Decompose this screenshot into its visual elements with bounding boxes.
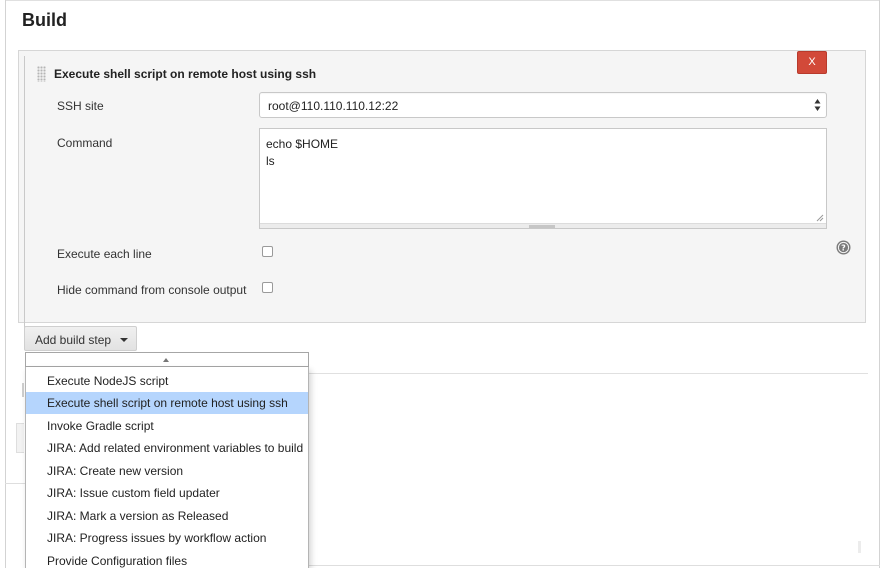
caret-down-icon bbox=[120, 338, 128, 342]
menu-item-execute-shell-ssh[interactable]: Execute shell script on remote host usin… bbox=[26, 392, 308, 414]
background-fragment bbox=[16, 423, 24, 453]
section-title: Build bbox=[22, 10, 67, 30]
command-label: Command bbox=[57, 136, 113, 150]
drag-handle-icon[interactable] bbox=[37, 66, 46, 82]
menu-item-jira-mark-released[interactable]: JIRA: Mark a version as Released bbox=[26, 505, 308, 527]
splitter-grip bbox=[529, 225, 555, 228]
background-fragment bbox=[308, 565, 880, 566]
dropdown-scroll-up-button[interactable] bbox=[25, 352, 309, 367]
background-fragment bbox=[22, 383, 24, 397]
svg-text:?: ? bbox=[841, 244, 846, 253]
ssh-site-label: SSH site bbox=[57, 99, 104, 113]
command-line: ls bbox=[266, 154, 275, 168]
scroll-up-arrow-icon bbox=[163, 358, 169, 362]
hide-command-checkbox[interactable] bbox=[262, 282, 273, 293]
background-fragment bbox=[5, 483, 25, 484]
command-textarea[interactable]: echo $HOME ls bbox=[259, 128, 827, 229]
section-divider bbox=[308, 373, 868, 374]
ssh-site-select[interactable]: root@110.110.110.12:22 bbox=[259, 92, 827, 118]
resize-grip-icon[interactable] bbox=[816, 214, 824, 222]
add-build-step-button[interactable]: Add build step bbox=[24, 326, 137, 351]
menu-item-jira-create-version[interactable]: JIRA: Create new version bbox=[26, 460, 308, 482]
menu-item-jira-add-env-vars[interactable]: JIRA: Add related environment variables … bbox=[26, 437, 308, 459]
add-build-step-label: Add build step bbox=[35, 333, 112, 347]
execute-each-line-label: Execute each line bbox=[57, 247, 152, 261]
up-down-arrows-icon bbox=[814, 99, 821, 111]
menu-item-provide-config-files[interactable]: Provide Configuration files bbox=[26, 550, 308, 568]
textarea-splitter[interactable] bbox=[260, 223, 826, 228]
menu-item-invoke-gradle-script[interactable]: Invoke Gradle script bbox=[26, 415, 308, 437]
command-line: echo $HOME bbox=[266, 137, 339, 151]
menu-item-jira-custom-field-updater[interactable]: JIRA: Issue custom field updater bbox=[26, 482, 308, 504]
jenkins-build-config-page: Build Execute shell script on remote hos… bbox=[0, 0, 885, 568]
help-icon[interactable]: ? bbox=[836, 240, 851, 255]
menu-item-jira-progress-issues[interactable]: JIRA: Progress issues by workflow action bbox=[26, 527, 308, 549]
panel-left-edge bbox=[24, 56, 25, 349]
build-step-title: Execute shell script on remote host usin… bbox=[54, 67, 317, 81]
section-top-divider bbox=[6, 0, 879, 1]
ssh-site-value: root@110.110.110.12:22 bbox=[268, 99, 399, 113]
execute-each-line-checkbox[interactable] bbox=[262, 246, 273, 257]
delete-step-button[interactable]: X bbox=[797, 51, 827, 74]
build-step-dropdown-menu: Execute NodeJS script Execute shell scri… bbox=[25, 367, 309, 568]
menu-item-execute-nodejs-script[interactable]: Execute NodeJS script bbox=[26, 370, 308, 392]
background-fragment bbox=[858, 541, 861, 553]
hide-command-label: Hide command from console output bbox=[57, 283, 247, 297]
